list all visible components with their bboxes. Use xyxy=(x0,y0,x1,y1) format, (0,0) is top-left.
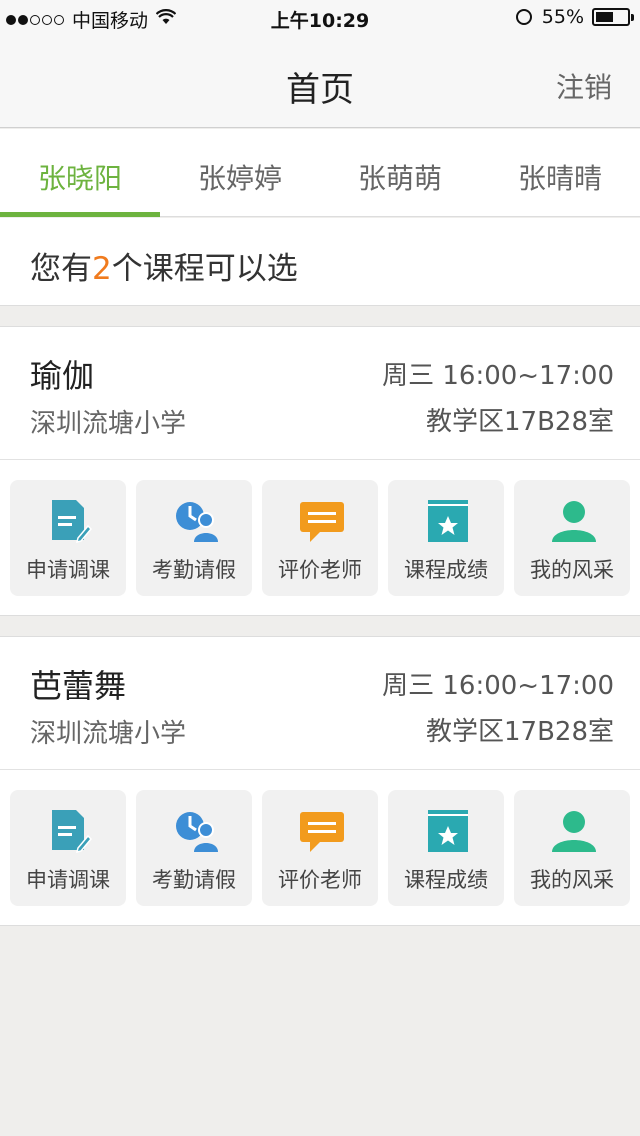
document-edit-icon xyxy=(52,810,92,854)
course-card: 芭蕾舞 周三 16:00~17:00 深圳流塘小学 教学区17B28室 申请调课… xyxy=(0,636,640,926)
course-header[interactable]: 瑜伽 周三 16:00~17:00 深圳流塘小学 教学区17B28室 xyxy=(0,327,640,460)
course-school: 深圳流塘小学 xyxy=(30,409,187,439)
course-summary: 您有2个课程可以选 xyxy=(0,218,640,306)
action-label: 我的风采 xyxy=(530,558,614,582)
tab-student[interactable]: 张晓阳 xyxy=(0,129,160,217)
person-icon xyxy=(552,501,596,542)
clock-person-icon xyxy=(176,812,218,852)
course-time: 周三 16:00~17:00 xyxy=(382,671,614,701)
my-showcase-button[interactable]: 我的风采 xyxy=(514,790,630,906)
action-label: 申请调课 xyxy=(26,868,110,892)
course-name: 瑜伽 xyxy=(30,357,95,395)
attendance-leave-button[interactable]: 考勤请假 xyxy=(136,480,252,596)
course-actions: 申请调课 考勤请假 评价老师 课程成绩 我的风采 xyxy=(10,480,630,596)
course-time: 周三 16:00~17:00 xyxy=(382,361,614,391)
star-book-icon xyxy=(428,810,468,852)
course-room: 教学区17B28室 xyxy=(425,717,614,747)
nav-bar: 首页 注销 xyxy=(0,40,640,128)
summary-suffix: 个课程可以选 xyxy=(111,251,298,287)
rate-teacher-button[interactable]: 评价老师 xyxy=(262,790,378,906)
action-label: 课程成绩 xyxy=(404,558,488,582)
course-grades-button[interactable]: 课程成绩 xyxy=(388,480,504,596)
course-name: 芭蕾舞 xyxy=(30,667,127,705)
my-showcase-button[interactable]: 我的风采 xyxy=(514,480,630,596)
course-count: 2 xyxy=(92,251,112,287)
clock-person-icon xyxy=(176,502,218,542)
action-label: 考勤请假 xyxy=(152,558,236,582)
student-tabs: 张晓阳 张婷婷 张萌萌 张晴晴 xyxy=(0,129,640,217)
comment-icon xyxy=(300,502,344,542)
tab-student[interactable]: 张萌萌 xyxy=(320,129,480,216)
alarm-icon xyxy=(515,9,532,25)
action-label: 评价老师 xyxy=(278,868,362,892)
apply-reschedule-button[interactable]: 申请调课 xyxy=(10,480,126,596)
course-actions: 申请调课 考勤请假 评价老师 课程成绩 我的风采 xyxy=(10,790,630,906)
action-label: 考勤请假 xyxy=(152,868,236,892)
person-icon xyxy=(552,811,596,852)
action-label: 申请调课 xyxy=(26,558,110,582)
action-label: 课程成绩 xyxy=(404,868,488,892)
page-title: 首页 xyxy=(286,70,354,110)
apply-reschedule-button[interactable]: 申请调课 xyxy=(10,790,126,906)
course-grades-button[interactable]: 课程成绩 xyxy=(388,790,504,906)
battery-percent: 55% xyxy=(541,6,584,28)
course-school: 深圳流塘小学 xyxy=(30,719,187,749)
star-book-icon xyxy=(428,500,468,542)
course-header[interactable]: 芭蕾舞 周三 16:00~17:00 深圳流塘小学 教学区17B28室 xyxy=(0,637,640,770)
summary-prefix: 您有 xyxy=(30,251,92,287)
action-label: 评价老师 xyxy=(278,558,362,582)
comment-icon xyxy=(300,812,344,852)
status-bar: 中国移动 上午10:29 55% xyxy=(0,0,640,40)
logout-button[interactable]: 注销 xyxy=(556,66,612,106)
rate-teacher-button[interactable]: 评价老师 xyxy=(262,480,378,596)
action-label: 我的风采 xyxy=(530,868,614,892)
battery-fill xyxy=(596,12,613,22)
battery-icon xyxy=(592,8,634,26)
course-room: 教学区17B28室 xyxy=(425,407,614,437)
document-edit-icon xyxy=(52,500,92,544)
course-card: 瑜伽 周三 16:00~17:00 深圳流塘小学 教学区17B28室 申请调课 … xyxy=(0,326,640,616)
tab-student[interactable]: 张晴晴 xyxy=(480,129,640,216)
tab-student[interactable]: 张婷婷 xyxy=(160,129,320,216)
status-right: 55% xyxy=(515,6,634,28)
attendance-leave-button[interactable]: 考勤请假 xyxy=(136,790,252,906)
